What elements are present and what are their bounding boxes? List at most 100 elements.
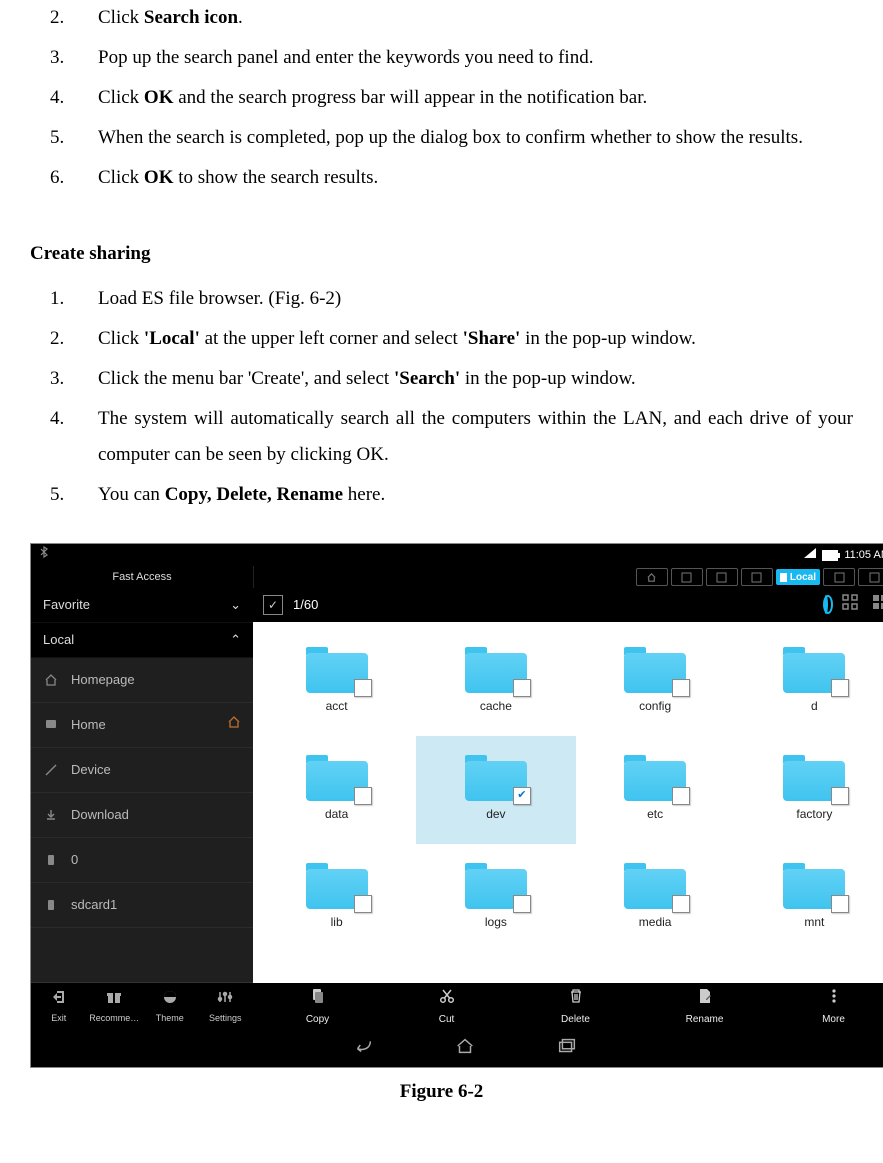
more-button[interactable]: More (769, 983, 883, 1033)
sidebar-section-favorite[interactable]: Favorite ⌄ (31, 588, 253, 623)
sidebar-theme-button[interactable]: Theme (142, 983, 198, 1033)
list-text: Click the menu bar 'Create', and select … (98, 361, 853, 397)
top-tab-row: Fast Access Local (31, 566, 883, 588)
sidebar-item-label: Device (71, 758, 111, 783)
sidebar-item-Home[interactable]: Home (31, 703, 253, 748)
sidebar-section-local[interactable]: Local ⌃ (31, 623, 253, 658)
sidebar: Favorite ⌄ Local ⌃ Homepage Home Device Dow… (31, 588, 253, 1033)
list-item: 1. Load ES file browser. (Fig. 6-2) (30, 281, 853, 317)
folder-item-logs[interactable]: logs (416, 844, 575, 952)
copy-icon (310, 988, 326, 1008)
list-item: 4. The system will automatically search … (30, 401, 853, 473)
folder-item[interactable] (735, 952, 883, 983)
sidebar-item-Homepage[interactable]: Homepage (31, 658, 253, 703)
copy-button[interactable]: Copy (253, 983, 382, 1033)
sidebar-item-Download[interactable]: Download (31, 793, 253, 838)
label: Delete (561, 1010, 590, 1029)
folder-label: d (811, 695, 818, 718)
folder-item-d[interactable]: d (735, 628, 883, 736)
folder-checkbox[interactable] (672, 679, 690, 697)
search-icon[interactable] (842, 592, 858, 619)
top-pill-3[interactable] (741, 568, 773, 586)
label: Copy (306, 1010, 329, 1029)
label: Recomme… (89, 1010, 139, 1027)
bold-text: 'Share' (463, 328, 521, 349)
folder-label: mnt (804, 911, 824, 934)
sidebar-item-Device[interactable]: Device (31, 748, 253, 793)
top-pill-2[interactable] (706, 568, 738, 586)
folder-checkbox[interactable] (831, 787, 849, 805)
nav-back-button[interactable] (352, 1032, 374, 1068)
list-number: 3. (30, 361, 98, 397)
bold-text: OK (144, 167, 174, 188)
folder-checkbox[interactable] (354, 679, 372, 697)
sidebar-item-icon (43, 807, 59, 823)
tab-fast-access[interactable]: Fast Access (31, 566, 254, 588)
sidebar-settings-button[interactable]: Settings (198, 983, 254, 1033)
folder-checkbox[interactable] (354, 895, 372, 913)
sidebar-item-0[interactable]: 0 (31, 838, 253, 883)
folder-item-media[interactable]: media (576, 844, 735, 952)
top-pill-5[interactable] (823, 568, 855, 586)
folder-checkbox[interactable] (672, 787, 690, 805)
text: . (238, 7, 243, 28)
folder-checkbox[interactable] (513, 895, 531, 913)
folder-item-acct[interactable]: acct (257, 628, 416, 736)
sidebar-item-sdcard1[interactable]: sdcard1 (31, 883, 253, 928)
folder-label: media (639, 911, 672, 934)
select-all-checkbox[interactable]: ✓ (263, 595, 283, 615)
folder-checkbox[interactable] (354, 787, 372, 805)
folder-item-factory[interactable]: factory (735, 736, 883, 844)
globe-icon[interactable] (824, 593, 828, 618)
folder-item-data[interactable]: data (257, 736, 416, 844)
top-pill-1[interactable] (671, 568, 703, 586)
folder-item[interactable] (576, 952, 735, 983)
list-text: Pop up the search panel and enter the ke… (98, 40, 853, 76)
bold-text: Search icon (144, 7, 238, 28)
folder-checkbox[interactable] (672, 895, 690, 913)
folder-checkbox[interactable] (831, 895, 849, 913)
folder-item[interactable] (416, 952, 575, 983)
bluetooth-icon (39, 545, 49, 566)
nav-home-button[interactable] (454, 1032, 476, 1068)
list-number: 4. (30, 80, 98, 116)
sidebar-item-icon (43, 717, 59, 733)
folder-item-cache[interactable]: cache (416, 628, 575, 736)
folder-item-mnt[interactable]: mnt (735, 844, 883, 952)
rename-icon (697, 988, 713, 1008)
folder-checkbox[interactable] (831, 679, 849, 697)
folder-item-lib[interactable]: lib (257, 844, 416, 952)
folder-label: lib (331, 911, 343, 934)
chevron-up-icon: ⌃ (230, 628, 241, 653)
nav-recent-button[interactable] (556, 1032, 578, 1068)
text: in the pop-up window. (460, 368, 636, 389)
delete-button[interactable]: Delete (511, 983, 640, 1033)
sidebar-exit-button[interactable]: Exit (31, 983, 87, 1033)
label: Rename (686, 1010, 724, 1029)
folder-item[interactable] (257, 952, 416, 983)
rename-button[interactable]: Rename (640, 983, 769, 1033)
figure-caption: Figure 6-2 (30, 1074, 853, 1110)
sidebar-item-label: Homepage (71, 668, 135, 693)
top-pill-home-icon[interactable] (636, 568, 668, 586)
home-indicator-icon (227, 713, 241, 738)
list-text: Load ES file browser. (Fig. 6-2) (98, 281, 853, 317)
folder-icon (306, 647, 368, 693)
bold-text: 'Local' (144, 328, 200, 349)
sidebar-item-label: Home (71, 713, 106, 738)
folder-checkbox[interactable]: ✔ (513, 787, 531, 805)
sidebar-item-icon (43, 762, 59, 778)
sidebar-recommend-button[interactable]: Recomme… (87, 983, 143, 1033)
top-pill-6[interactable] (858, 568, 883, 586)
tab-local[interactable]: Local (776, 569, 820, 585)
folder-item-dev[interactable]: ✔dev (416, 736, 575, 844)
text: in the pop-up window. (520, 328, 696, 349)
folder-label: cache (480, 695, 512, 718)
folder-item-config[interactable]: config (576, 628, 735, 736)
folder-checkbox[interactable] (513, 679, 531, 697)
more-icon (831, 988, 837, 1008)
folder-icon (783, 647, 845, 693)
cut-button[interactable]: Cut (382, 983, 511, 1033)
view-grid-icon[interactable] (872, 592, 883, 619)
folder-item-etc[interactable]: etc (576, 736, 735, 844)
